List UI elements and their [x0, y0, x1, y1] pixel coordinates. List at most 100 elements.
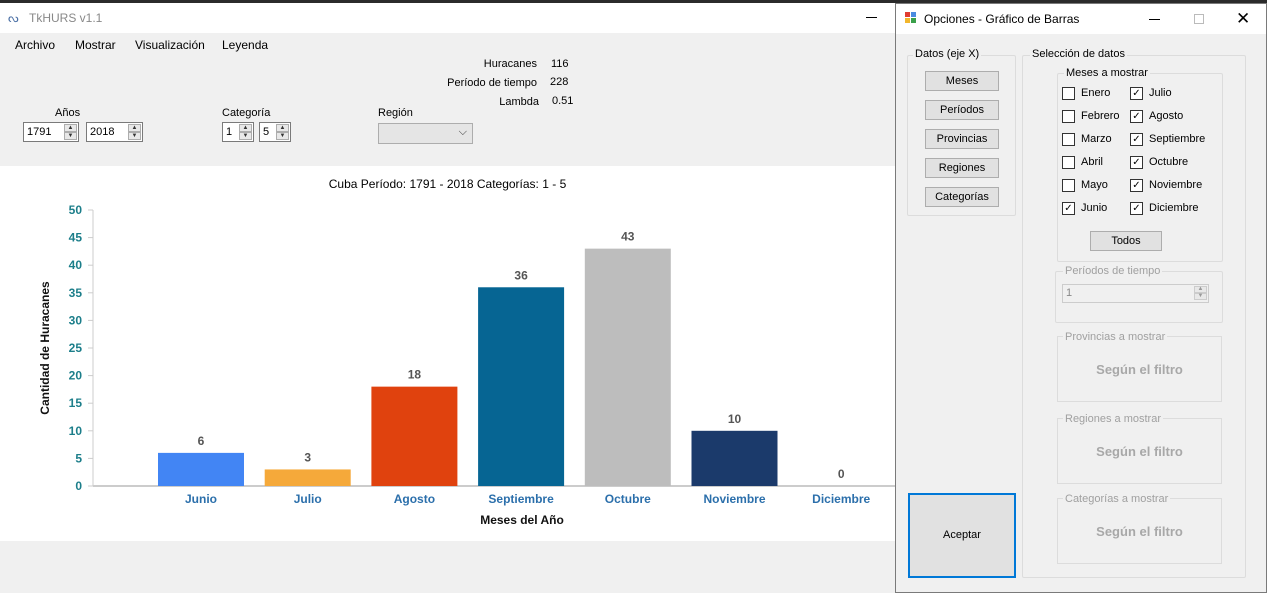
bar-value-label: 36	[514, 268, 528, 282]
x-tick-label: Agosto	[394, 492, 435, 506]
bar-value-label: 3	[304, 450, 311, 464]
dialog-minimize-button[interactable]	[1149, 19, 1160, 20]
regiones-button[interactable]: Regiones	[925, 158, 999, 178]
year-from-value: 1791	[27, 126, 52, 138]
cat-to-stepper[interactable]: 5 ▲ ▼	[259, 122, 291, 142]
regiones-group-label: Regiones a mostrar	[1063, 413, 1163, 425]
bar-value-label: 10	[728, 412, 742, 426]
y-tick-label: 50	[69, 203, 83, 217]
x-tick-label: Julio	[294, 492, 322, 506]
y-tick-label: 10	[69, 424, 83, 438]
main-window: ᔓ TkHURS v1.1 Archivo Mostrar Visualizac…	[0, 3, 895, 593]
month-checkbox[interactable]: ✓	[1130, 202, 1143, 215]
y-tick-label: 40	[69, 258, 83, 272]
dialog-app-icon	[905, 12, 917, 24]
month-checkbox[interactable]: ✓	[1062, 202, 1075, 215]
x-axis-label: Meses del Año	[480, 513, 564, 527]
datos-group-label: Datos (eje X)	[913, 48, 982, 60]
region-select[interactable]: ⌵	[378, 123, 473, 144]
bar-value-label: 6	[198, 434, 205, 448]
periodos-button[interactable]: Períodos	[925, 100, 999, 120]
month-checkbox-label: Mayo	[1081, 179, 1108, 191]
month-checkbox-label: Abril	[1081, 156, 1104, 168]
close-icon[interactable]: ✕	[1236, 9, 1250, 29]
x-tick-label: Diciembre	[812, 492, 870, 506]
categorias-group-label: Categorías a mostrar	[1063, 493, 1171, 505]
up-arrow-icon[interactable]: ▲	[128, 124, 141, 132]
menu-visualizacion[interactable]: Visualización	[135, 38, 205, 52]
month-checkbox[interactable]: ✓	[1130, 110, 1143, 123]
app-logo-icon: ᔓ	[8, 11, 19, 25]
cat-from-stepper[interactable]: 1 ▲ ▼	[222, 122, 254, 142]
x-tick-label: Junio	[185, 492, 217, 506]
year-from-stepper[interactable]: 1791 ▲ ▼	[23, 122, 79, 142]
x-tick-label: Septiembre	[488, 492, 554, 506]
seleccion-group-label: Selección de datos	[1030, 48, 1127, 60]
categorias-filter-box: Según el filtro	[1057, 498, 1222, 564]
dialog-maximize-button[interactable]	[1194, 14, 1204, 24]
month-checkbox-label: Agosto	[1149, 110, 1184, 122]
y-tick-label: 5	[75, 451, 82, 465]
month-checkbox[interactable]	[1062, 87, 1075, 100]
y-tick-label: 25	[69, 341, 83, 355]
down-arrow-icon[interactable]: ▼	[64, 132, 77, 140]
menubar: Archivo Mostrar Visualización Leyenda	[0, 33, 895, 57]
up-arrow-icon[interactable]: ▲	[239, 124, 252, 132]
month-checkbox-label: Septiembre	[1149, 133, 1206, 145]
categorias-button[interactable]: Categorías	[925, 187, 999, 207]
bar	[371, 386, 458, 486]
region-label: Región	[378, 107, 413, 119]
menu-archivo[interactable]: Archivo	[15, 38, 55, 52]
month-checkbox[interactable]: ✓	[1130, 156, 1143, 169]
month-checkbox[interactable]	[1062, 110, 1075, 123]
bar	[264, 469, 351, 486]
x-tick-label: Noviembre	[703, 492, 765, 506]
bar-value-label: 18	[408, 368, 422, 382]
up-arrow-icon[interactable]: ▲	[1194, 286, 1207, 293]
menu-mostrar[interactable]: Mostrar	[75, 38, 116, 52]
month-checkbox-label: Febrero	[1081, 110, 1120, 122]
y-tick-label: 35	[69, 286, 83, 300]
bar	[478, 287, 565, 486]
up-arrow-icon[interactable]: ▲	[64, 124, 77, 132]
chart-area: Cuba Período: 1791 - 2018 Categorías: 1 …	[0, 166, 895, 541]
year-to-stepper[interactable]: 2018 ▲ ▼	[86, 122, 143, 142]
provincias-button[interactable]: Provincias	[925, 129, 999, 149]
month-checkbox[interactable]	[1062, 156, 1075, 169]
bar-value-label: 43	[621, 230, 635, 244]
month-checkbox[interactable]	[1062, 133, 1075, 146]
regiones-filter-box: Según el filtro	[1057, 418, 1222, 484]
down-arrow-icon[interactable]: ▼	[276, 132, 289, 140]
dialog-titlebar: Opciones - Gráfico de Barras ✕	[896, 4, 1266, 34]
down-arrow-icon[interactable]: ▼	[1194, 293, 1207, 300]
bar	[584, 248, 671, 486]
bar	[691, 430, 778, 486]
y-tick-label: 30	[69, 313, 83, 327]
down-arrow-icon[interactable]: ▼	[239, 132, 252, 140]
month-checkbox[interactable]: ✓	[1130, 179, 1143, 192]
todos-button[interactable]: Todos	[1090, 231, 1162, 251]
lambda-value: 0.51	[552, 95, 574, 107]
y-tick-label: 15	[69, 396, 83, 410]
menu-leyenda[interactable]: Leyenda	[222, 38, 268, 52]
up-arrow-icon[interactable]: ▲	[276, 124, 289, 132]
month-checkbox[interactable]	[1062, 179, 1075, 192]
minimize-button[interactable]	[866, 17, 877, 18]
main-titlebar: ᔓ TkHURS v1.1	[0, 3, 895, 33]
month-checkbox[interactable]: ✓	[1130, 87, 1143, 100]
huracanes-value: 116	[551, 58, 569, 70]
month-checkbox-label: Octubre	[1149, 156, 1189, 168]
month-checkbox[interactable]: ✓	[1130, 133, 1143, 146]
meses-group-label: Meses a mostrar	[1064, 67, 1150, 79]
periodo-value: 228	[550, 76, 569, 88]
bar	[158, 452, 244, 486]
cat-from-value: 1	[226, 126, 233, 138]
y-axis-label: Cantidad de Huracanes	[38, 281, 52, 415]
meses-button[interactable]: Meses	[925, 71, 999, 91]
month-checkbox-label: Julio	[1149, 87, 1172, 99]
down-arrow-icon[interactable]: ▼	[128, 132, 141, 140]
accept-button[interactable]: Aceptar	[908, 493, 1016, 578]
bar-value-label: 0	[838, 467, 845, 481]
periodos-stepper[interactable]: 1 ▲ ▼	[1062, 284, 1209, 303]
month-checkbox-label: Enero	[1081, 87, 1111, 99]
